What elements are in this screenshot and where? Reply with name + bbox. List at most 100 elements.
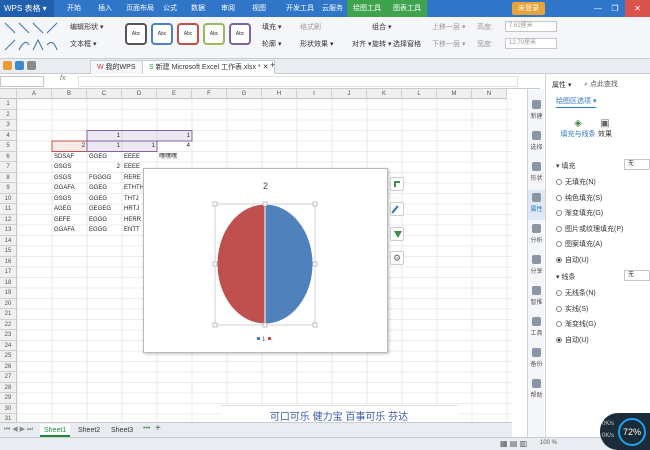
sidenav-item-1[interactable]: 新建 bbox=[528, 97, 545, 127]
row-header[interactable]: 11 bbox=[0, 204, 17, 215]
column-header[interactable]: I bbox=[297, 89, 332, 99]
sign-in-button[interactable]: 未登录 bbox=[512, 2, 545, 15]
sidenav-item-6[interactable]: 分享 bbox=[528, 252, 545, 282]
shape-style-4[interactable]: Abc bbox=[203, 23, 225, 45]
edit-shape-button[interactable]: 编辑形状 ▾ bbox=[70, 22, 103, 32]
sheet-tab-3[interactable]: Sheet3 bbox=[107, 424, 137, 437]
radio-option[interactable]: 图片或纹理填充(P) bbox=[556, 224, 623, 234]
row-header[interactable]: 13 bbox=[0, 225, 17, 236]
line-section-title[interactable]: ▾ 线条 bbox=[556, 272, 575, 282]
row-header[interactable]: 9 bbox=[0, 183, 17, 194]
row-header[interactable]: 23 bbox=[0, 330, 17, 341]
fill-dropdown[interactable]: 无 bbox=[624, 159, 650, 170]
menu-tab-6[interactable]: 审阅 bbox=[215, 0, 241, 17]
resize-handle[interactable] bbox=[312, 322, 318, 328]
select-pane-button[interactable]: 选择窗格 bbox=[393, 39, 421, 49]
print-icon[interactable] bbox=[27, 61, 36, 70]
zoom-level[interactable]: 100 % bbox=[540, 440, 557, 446]
radio-option[interactable]: 自动(U) bbox=[556, 335, 589, 345]
close-window-button[interactable]: ✕ bbox=[625, 0, 650, 17]
row-header[interactable]: 2 bbox=[0, 109, 17, 120]
radio-option[interactable]: 自动(U) bbox=[556, 255, 589, 265]
sidenav-item-10[interactable]: 帮助 bbox=[528, 376, 545, 406]
resize-handle[interactable] bbox=[262, 322, 268, 328]
row-header[interactable]: 19 bbox=[0, 288, 17, 299]
column-header[interactable]: L bbox=[402, 89, 437, 99]
cell[interactable]: EGGG bbox=[89, 215, 120, 225]
save-icon[interactable] bbox=[15, 61, 24, 70]
cell[interactable]: GGAFA bbox=[54, 225, 85, 235]
row-header[interactable]: 5 bbox=[0, 141, 17, 152]
cell[interactable]: EGGG bbox=[89, 225, 120, 235]
cell[interactable]: 2 bbox=[54, 141, 85, 151]
fx-icon[interactable]: fx bbox=[60, 75, 65, 82]
row-header[interactable]: 26 bbox=[0, 361, 17, 372]
column-header[interactable]: J bbox=[332, 89, 367, 99]
row-header[interactable]: 7 bbox=[0, 162, 17, 173]
add-sheet-button[interactable]: + bbox=[155, 423, 161, 434]
network-speed-widget[interactable]: 0K/s 0K/s 72% bbox=[600, 413, 650, 450]
tab-effect[interactable]: ▣ 效果 bbox=[590, 118, 620, 139]
sidenav-item-5[interactable]: 分析 bbox=[528, 221, 545, 251]
cell[interactable]: GGEG bbox=[89, 183, 120, 193]
row-header[interactable]: 18 bbox=[0, 277, 17, 288]
row-header[interactable]: 29 bbox=[0, 393, 17, 404]
resize-handle[interactable] bbox=[262, 201, 268, 207]
cell[interactable]: 2 bbox=[89, 162, 120, 172]
radio-button-icon[interactable] bbox=[556, 225, 562, 232]
menu-tab-10[interactable]: 绘图工具 bbox=[347, 0, 387, 17]
radio-button-icon[interactable] bbox=[556, 336, 562, 343]
outline-button[interactable]: 轮廓 ▾ bbox=[262, 39, 281, 49]
row-header[interactable]: 30 bbox=[0, 403, 17, 414]
column-header[interactable]: K bbox=[367, 89, 402, 99]
row-header[interactable]: 15 bbox=[0, 246, 17, 257]
row-header[interactable]: 24 bbox=[0, 340, 17, 351]
cell[interactable]: GSGS bbox=[54, 162, 85, 172]
shape-style-5[interactable]: Abc bbox=[229, 23, 251, 45]
radio-button-icon[interactable] bbox=[556, 210, 562, 216]
resize-handle[interactable] bbox=[212, 201, 218, 207]
cell[interactable]: 1 bbox=[89, 141, 120, 151]
fill-button[interactable]: 填充 ▾ bbox=[262, 22, 281, 32]
bring-forward-button[interactable]: 上移一层 ▾ bbox=[432, 22, 465, 32]
panel-section-dropdown[interactable]: 绘图区选项 ▾ bbox=[556, 96, 597, 108]
cell[interactable]: 1 bbox=[89, 131, 120, 141]
line-dropdown[interactable]: 无 bbox=[624, 270, 650, 281]
column-header[interactable]: N bbox=[472, 89, 507, 99]
row-header[interactable]: 10 bbox=[0, 193, 17, 204]
cell[interactable]: GGEG bbox=[89, 194, 120, 204]
cell[interactable]: EEEE bbox=[124, 152, 155, 162]
menu-tab-7[interactable]: 视图 bbox=[246, 0, 272, 17]
chart-elements-icon[interactable] bbox=[390, 177, 404, 191]
open-folder-icon[interactable] bbox=[3, 61, 12, 70]
shape-effect-button[interactable]: 形状效果 ▾ bbox=[300, 39, 333, 49]
row-header[interactable]: 17 bbox=[0, 267, 17, 278]
row-header[interactable]: 20 bbox=[0, 298, 17, 309]
chart-filter-icon[interactable] bbox=[390, 227, 404, 241]
chart-object[interactable]: 2 1 bbox=[143, 168, 388, 353]
maximize-button[interactable]: ❐ bbox=[607, 0, 623, 17]
row-header[interactable]: 6 bbox=[0, 151, 17, 162]
resize-handle[interactable] bbox=[312, 201, 318, 207]
chart-settings-gear-icon[interactable]: ⚙ bbox=[390, 251, 404, 265]
sheet-tab-2[interactable]: Sheet2 bbox=[74, 424, 104, 437]
cell[interactable]: GSGS bbox=[54, 173, 85, 183]
pie-slice-2[interactable] bbox=[216, 203, 266, 325]
radio-option[interactable]: 渐变填充(G) bbox=[556, 208, 603, 218]
column-header[interactable]: A bbox=[17, 89, 52, 99]
radio-button-icon[interactable] bbox=[556, 305, 562, 312]
column-header[interactable]: M bbox=[437, 89, 472, 99]
shape-style-1[interactable]: Abc bbox=[125, 23, 147, 45]
radio-option[interactable]: 纯色填充(S) bbox=[556, 193, 602, 203]
menu-tab-5[interactable]: 数据 bbox=[185, 0, 211, 17]
doc-tab-my-wps[interactable]: W 我的WPS bbox=[90, 60, 143, 74]
column-header[interactable]: G bbox=[227, 89, 262, 99]
cell[interactable]: GSGS bbox=[54, 194, 85, 204]
row-header[interactable]: 31 bbox=[0, 414, 17, 422]
shape-style-3[interactable]: Abc bbox=[177, 23, 199, 45]
sidenav-item-4[interactable]: 属性 bbox=[528, 190, 545, 220]
row-header[interactable]: 3 bbox=[0, 120, 17, 131]
new-tab-button[interactable]: + bbox=[270, 60, 275, 70]
radio-button-icon[interactable] bbox=[556, 290, 562, 296]
radio-option[interactable]: 无线条(N) bbox=[556, 288, 596, 298]
